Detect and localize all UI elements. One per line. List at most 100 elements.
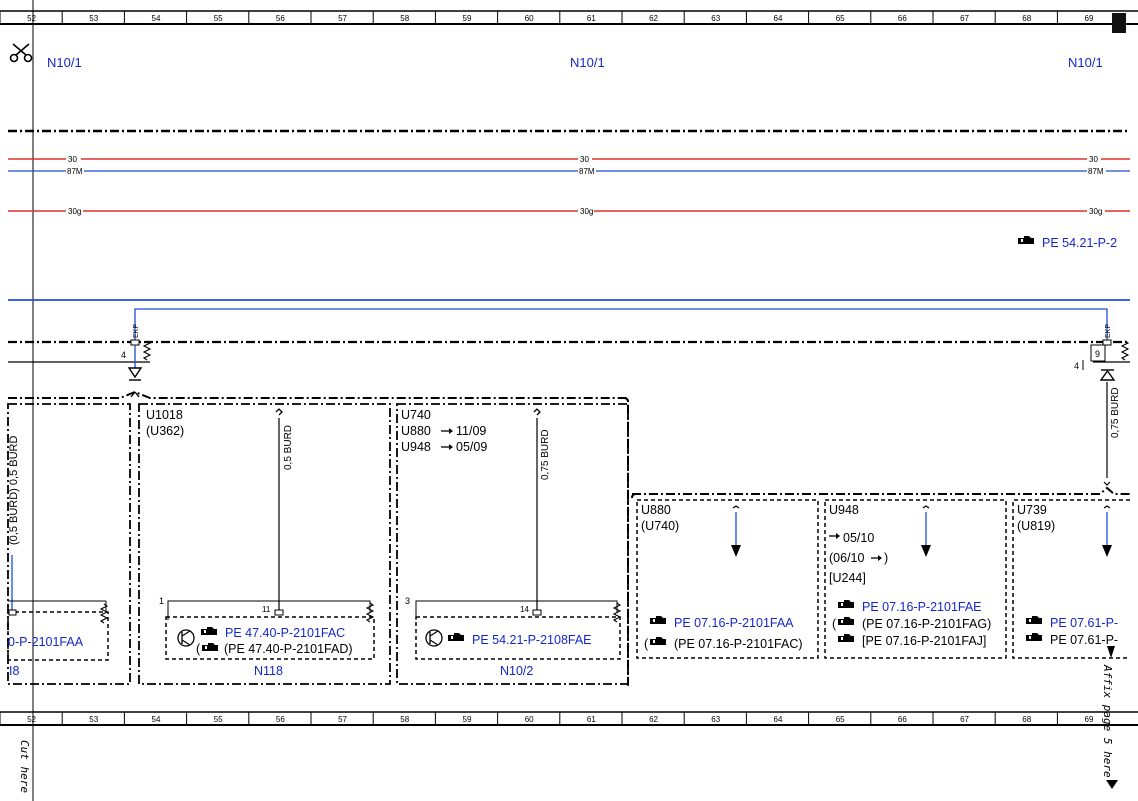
ref-n118-b[interactable]: (PE 47.40-P-2101FAD)	[224, 642, 353, 656]
ruler-column-number: 63	[711, 14, 720, 23]
ruler-column-number: 55	[214, 715, 223, 724]
ruler-column-number: 56	[276, 715, 285, 724]
ref-left-box[interactable]: 0-P-2101FAA	[8, 635, 84, 649]
frame-right-upper	[632, 486, 1130, 495]
box-u948-title: U948	[829, 503, 859, 517]
wire-label-n118: 0,5 BURD	[283, 425, 294, 470]
transistor-icon	[177, 629, 195, 647]
arrow-down-icon	[1102, 545, 1112, 557]
ref-u948-b-open: (	[832, 617, 837, 631]
box-u739: U739 (U819) PE 07.61-P- PE 07.61-P-	[1012, 499, 1130, 659]
ekp-bridge-wire	[134, 308, 1108, 340]
box-u740-title: U740	[401, 408, 431, 422]
rail-30g-label-1: 30g	[68, 207, 81, 216]
wire-label-left: (0,5 BURD) 0,5 BURD	[8, 436, 20, 545]
ruler-column-number: 66	[898, 715, 907, 724]
ref-u948-b[interactable]: (PE 07.16-P-2101FAG)	[862, 617, 991, 631]
component-n118[interactable]: N118	[254, 664, 283, 678]
ruler-column-number: 52	[27, 14, 36, 23]
ruler-column-number: 67	[960, 715, 969, 724]
pin-4-right: 4	[1074, 361, 1079, 371]
box-u740-sub: (U740)	[641, 519, 679, 533]
box-u948-d2: (06/10	[829, 551, 864, 565]
ruler-column-number: 57	[338, 14, 347, 23]
box-u948: U948 05/10 (06/10 ) [U244] PE 07.16-P-21…	[824, 499, 1007, 659]
ruler-column-number: 52	[27, 715, 36, 724]
ruler-column-number: 60	[525, 715, 534, 724]
wire-label-right: 0,75 BURD	[1110, 387, 1121, 438]
wire-label-n10-2: 0,75 BURD	[540, 429, 551, 480]
component-left-fragment[interactable]: I8	[9, 664, 19, 678]
ekp-label-left: EKP	[133, 324, 140, 338]
ref-n118-b-open: (	[196, 642, 201, 656]
box-u880-title: U880	[641, 503, 671, 517]
affix-arrow-icon-bottom	[1106, 780, 1118, 789]
ref-u948-c[interactable]: [PE 07.16-P-2101FAJ]	[862, 634, 986, 648]
ruler-column-number: 62	[649, 14, 658, 23]
box-u362-sub: (U362)	[146, 424, 184, 438]
rail-30g: 30g 30g 30g	[8, 207, 1130, 216]
ruler-column-number: 64	[774, 14, 783, 23]
box-u244: [U244]	[829, 571, 866, 585]
ruler-column-number: 58	[400, 14, 409, 23]
ruler-column-number: 61	[587, 14, 596, 23]
ruler-column-number: 59	[463, 715, 472, 724]
rail-30: 30 30 30	[8, 155, 1130, 164]
pin-1: 1	[159, 596, 164, 606]
ref-u880-b[interactable]: (PE 07.16-P-2101FAC)	[674, 637, 803, 651]
ref-u739-a[interactable]: PE 07.61-P-	[1050, 616, 1118, 630]
ref-top-right-text[interactable]: PE 54.21-P-2	[1042, 236, 1117, 250]
ruler-column-number: 59	[463, 14, 472, 23]
ruler-column-number: 60	[525, 14, 534, 23]
ref-n118-a[interactable]: PE 47.40-P-2101FAC	[225, 626, 345, 640]
box-u880-date: 11/09	[456, 424, 486, 438]
box-u739-title: U739	[1017, 503, 1047, 517]
ref-n10-2[interactable]: PE 54.21-P-2108FAE	[472, 633, 592, 647]
rail-30-label-1: 30	[68, 155, 77, 164]
cut-here-label: Cut here	[18, 740, 31, 793]
ruler-column-number: 54	[152, 715, 161, 724]
rail-87m-label-3: 87M	[1088, 167, 1104, 176]
transistor-icon	[425, 629, 443, 647]
rail-87m-label-2: 87M	[579, 167, 595, 176]
rail-30-label-3: 30	[1089, 155, 1098, 164]
ref-u739-b[interactable]: PE 07.61-P-	[1050, 633, 1118, 647]
ref-u880-a[interactable]: PE 07.16-P-2101FAA	[674, 616, 794, 630]
box-u948-line: U948	[401, 440, 431, 454]
arrow-down-icon	[731, 545, 741, 557]
ruler-column-number: 69	[1085, 715, 1094, 724]
ruler-column-number: 62	[649, 715, 658, 724]
n10-1-label-left[interactable]: N10/1	[47, 55, 82, 70]
scissors-icon	[9, 43, 33, 63]
pin-14: 14	[520, 605, 529, 614]
connector-down-icon	[127, 367, 143, 379]
n10-1-label-right[interactable]: N10/1	[1068, 55, 1103, 70]
arrow-right-icon	[871, 555, 882, 561]
ruler-column-number: 65	[836, 715, 845, 724]
ruler-column-number: 53	[89, 715, 98, 724]
n10-1-label-mid[interactable]: N10/1	[570, 55, 605, 70]
ruler-column-number: 57	[338, 715, 347, 724]
ruler-column-number: 68	[1022, 715, 1031, 724]
box-n118: U1018 (U362) 0,5 BURD 1 11 PE 47.40-P-21…	[138, 403, 391, 685]
component-n10-2[interactable]: N10/2	[500, 664, 533, 678]
box-u948-date: 05/09	[456, 440, 487, 454]
ruler-column-number: 69	[1085, 14, 1094, 23]
ref-u948-a[interactable]: PE 07.16-P-2101FAE	[862, 600, 982, 614]
ruler-column-number: 65	[836, 14, 845, 23]
affix-arrow-icon	[1107, 646, 1115, 658]
ref-u880-b-open: (	[644, 637, 649, 651]
box-u1018-title: U1018	[146, 408, 183, 422]
box-left-partial: (0,5 BURD) 0,5 BURD 0-P-2101FAA I8	[7, 403, 131, 685]
ekp-label-right: EKP	[1105, 324, 1112, 338]
rail-30-label-2: 30	[580, 155, 589, 164]
ruler-column-number: 56	[276, 14, 285, 23]
arrow-right-icon	[441, 428, 453, 434]
box-u880-line: U880	[401, 424, 431, 438]
arrow-right-icon	[441, 444, 453, 450]
wiring-diagram: 52 53 54 55 56 57 58 59 60 61 62 63 64 65 66 67 68 69 52 5…	[0, 0, 1138, 801]
ref-top-right[interactable]: PE 54.21-P-2	[1018, 236, 1117, 250]
box-u948-d2-end: )	[884, 551, 888, 565]
pin-11: 11	[262, 605, 271, 614]
ruler-column-number: 67	[960, 14, 969, 23]
